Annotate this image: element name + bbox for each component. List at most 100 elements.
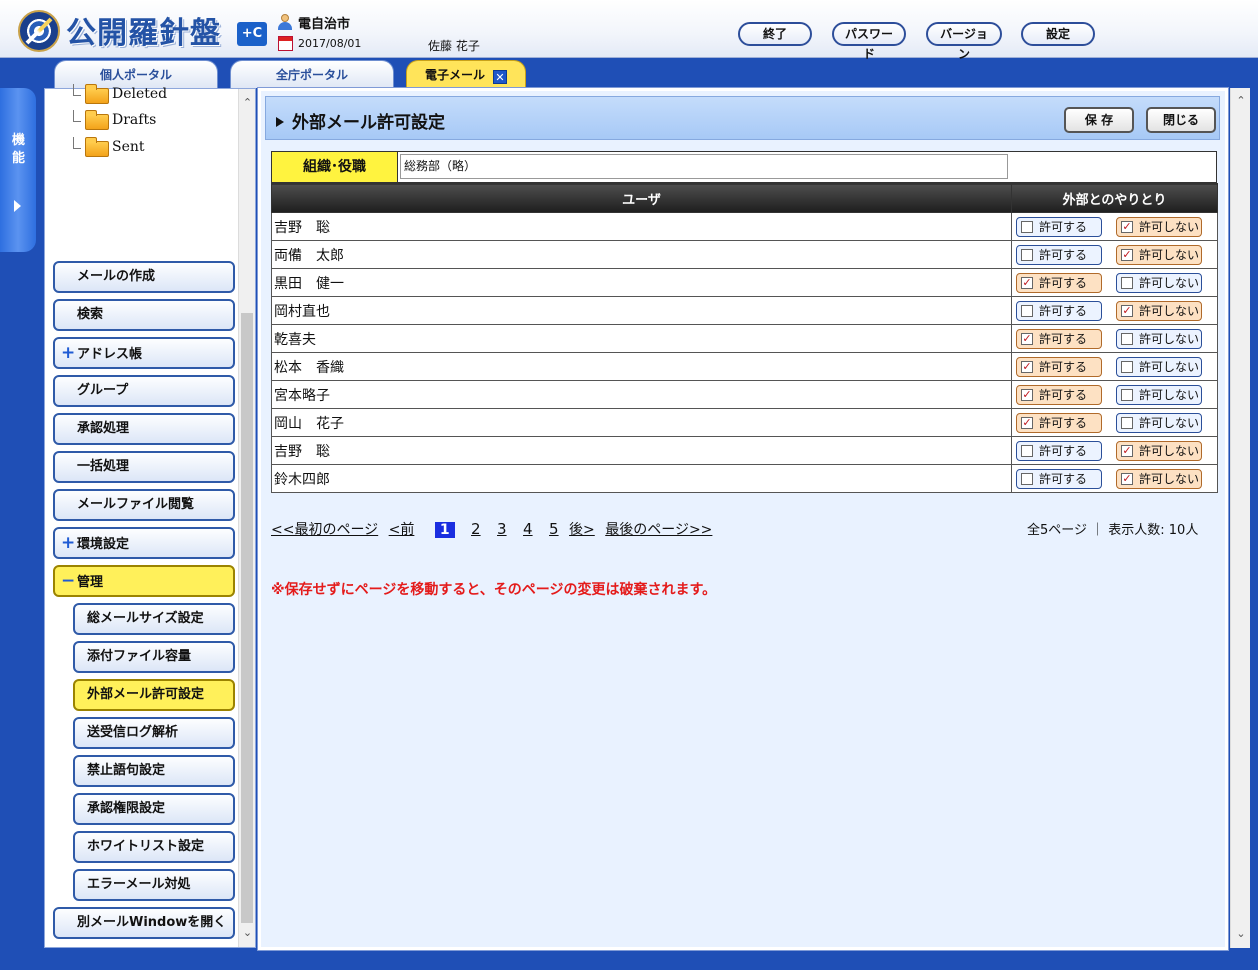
sidebar-scrollbar[interactable]: ⌃ ⌄ (238, 89, 255, 947)
user-name-cell: 吉野 聡 (271, 212, 1012, 241)
banned-words-button[interactable]: 禁止語句設定 (73, 755, 235, 787)
page-2-link[interactable]: 2 (471, 520, 481, 538)
last-page-link[interactable]: 最後のページ>> (605, 522, 712, 538)
tab-agency-portal[interactable]: 全庁ポータル (230, 60, 394, 88)
permission-options-cell: 許可する ✓ 許可しない (1011, 464, 1218, 493)
group-button[interactable]: グループ (53, 375, 235, 407)
scroll-thumb[interactable] (241, 313, 253, 923)
org-filter-row: 組織･役職 総務部（略） (271, 151, 1217, 183)
close-button[interactable]: 閉じる (1146, 107, 1216, 133)
allow-checkbox[interactable]: 許可する (1016, 468, 1102, 489)
deny-checkbox[interactable]: ✓ 許可しない (1116, 440, 1202, 461)
error-mail-button[interactable]: エラーメール対処 (73, 869, 235, 901)
mail-file-view-button[interactable]: メールファイル閲覧 (53, 489, 235, 521)
empty-checkbox-icon (1121, 360, 1133, 373)
admin-button[interactable]: − 管理 (53, 565, 235, 597)
deny-checkbox[interactable]: 許可しない (1116, 384, 1202, 405)
allow-label: 許可する (1039, 359, 1088, 374)
nav-label: 一括処理 (77, 459, 130, 474)
user-name-cell: 黒田 健一 (271, 268, 1012, 297)
log-analysis-button[interactable]: 送受信ログ解析 (73, 717, 235, 749)
approval-button[interactable]: 承認処理 (53, 413, 235, 445)
main-scrollbar[interactable]: ⌃ ⌄ (1230, 88, 1250, 948)
org-field[interactable]: 総務部（略） (400, 154, 1008, 179)
checkmark-icon: ✓ (1021, 359, 1033, 373)
deny-checkbox[interactable]: ✓ 許可しない (1116, 216, 1202, 237)
environment-settings-button[interactable]: + 環境設定 (53, 527, 235, 559)
folder-icon (85, 110, 109, 130)
allow-checkbox[interactable]: ✓ 許可する (1016, 412, 1102, 433)
settings-button[interactable]: 設定 (1021, 22, 1095, 46)
scroll-up-icon[interactable]: ⌃ (241, 97, 254, 109)
function-label: 機能 (12, 133, 26, 166)
empty-checkbox-icon (1021, 444, 1033, 457)
next-page-link[interactable]: 後> (569, 522, 595, 538)
page-3-link[interactable]: 3 (497, 520, 507, 538)
close-icon[interactable]: ✕ (493, 70, 507, 84)
bulk-process-button[interactable]: 一括処理 (53, 451, 235, 483)
empty-checkbox-icon (1021, 472, 1033, 485)
password-button[interactable]: パスワード (832, 22, 906, 61)
user-name-cell: 両備 太郎 (271, 240, 1012, 269)
function-panel-toggle[interactable]: 機能 (0, 88, 36, 252)
save-button[interactable]: 保 存 (1064, 107, 1134, 133)
deny-checkbox[interactable]: 許可しない (1116, 328, 1202, 349)
org-label: 組織･役職 (272, 152, 398, 182)
approval-authority-button[interactable]: 承認権限設定 (73, 793, 235, 825)
deny-checkbox[interactable]: ✓ 許可しない (1116, 300, 1202, 321)
deny-checkbox[interactable]: 許可しない (1116, 356, 1202, 377)
deny-checkbox[interactable]: ✓ 許可しない (1116, 468, 1202, 489)
plus-icon: + (61, 533, 76, 553)
permission-options-cell: ✓ 許可する 許可しない (1011, 324, 1218, 353)
first-page-link[interactable]: <<最初のページ (271, 522, 378, 538)
page-title: 外部メール許可設定 (276, 108, 445, 133)
allow-label: 許可する (1039, 331, 1088, 346)
allow-checkbox[interactable]: ✓ 許可する (1016, 356, 1102, 377)
deny-checkbox[interactable]: 許可しない (1116, 272, 1202, 293)
nav-label: 検索 (77, 307, 104, 322)
tab-label: 全庁ポータル (275, 68, 348, 82)
checkmark-icon: ✓ (1021, 387, 1033, 401)
allow-checkbox[interactable]: ✓ 許可する (1016, 328, 1102, 349)
organization-name: 電自治市 (298, 17, 351, 32)
version-button[interactable]: バージョン (926, 22, 1002, 61)
allow-checkbox[interactable]: ✓ 許可する (1016, 384, 1102, 405)
scroll-down-icon[interactable]: ⌄ (1235, 927, 1247, 940)
compose-mail-button[interactable]: メールの作成 (53, 261, 235, 293)
deny-label: 許可しない (1139, 471, 1200, 486)
allow-checkbox[interactable]: 許可する (1016, 300, 1102, 321)
deny-checkbox[interactable]: ✓ 許可しない (1116, 244, 1202, 265)
allow-checkbox[interactable]: 許可する (1016, 216, 1102, 237)
allow-checkbox[interactable]: 許可する (1016, 244, 1102, 265)
prev-page-link[interactable]: <前 (389, 522, 415, 538)
exit-button[interactable]: 終了 (738, 22, 812, 46)
total-mail-size-button[interactable]: 総メールサイズ設定 (73, 603, 235, 635)
compass-logo-icon (18, 10, 60, 52)
attachment-size-button[interactable]: 添付ファイル容量 (73, 641, 235, 673)
unsaved-warning: ※保存せずにページを移動すると、そのページの変更は破棄されます。 (271, 582, 717, 598)
app-logo-text: 公開羅針盤 (66, 16, 221, 51)
scroll-up-icon[interactable]: ⌃ (1235, 94, 1247, 107)
table-row: 鈴木四郎 許可する ✓ 許可しない (271, 464, 1218, 493)
address-book-button[interactable]: + アドレス帳 (53, 337, 235, 369)
table-row: 岡山 花子 ✓ 許可する 許可しない (271, 408, 1218, 437)
scroll-down-icon[interactable]: ⌄ (241, 927, 254, 939)
open-mail-window-button[interactable]: 別メールWindowを開く (53, 907, 235, 939)
nav-label: 送受信ログ解析 (87, 725, 179, 740)
allow-checkbox[interactable]: ✓ 許可する (1016, 272, 1102, 293)
permission-options-cell: 許可する ✓ 許可しない (1011, 296, 1218, 325)
external-mail-permission-button[interactable]: 外部メール許可設定 (73, 679, 235, 711)
folder-icon (85, 137, 109, 157)
calendar-icon (278, 36, 293, 51)
page-5-link[interactable]: 5 (549, 520, 559, 538)
page-4-link[interactable]: 4 (523, 520, 533, 538)
tab-email[interactable]: 電子メール ✕ (406, 60, 526, 88)
allow-label: 許可する (1039, 471, 1088, 486)
whitelist-button[interactable]: ホワイトリスト設定 (73, 831, 235, 863)
nav-label: 禁止語句設定 (87, 763, 166, 778)
empty-checkbox-icon (1021, 248, 1033, 261)
allow-label: 許可する (1039, 443, 1088, 458)
allow-checkbox[interactable]: 許可する (1016, 440, 1102, 461)
search-button[interactable]: 検索 (53, 299, 235, 331)
deny-checkbox[interactable]: 許可しない (1116, 412, 1202, 433)
